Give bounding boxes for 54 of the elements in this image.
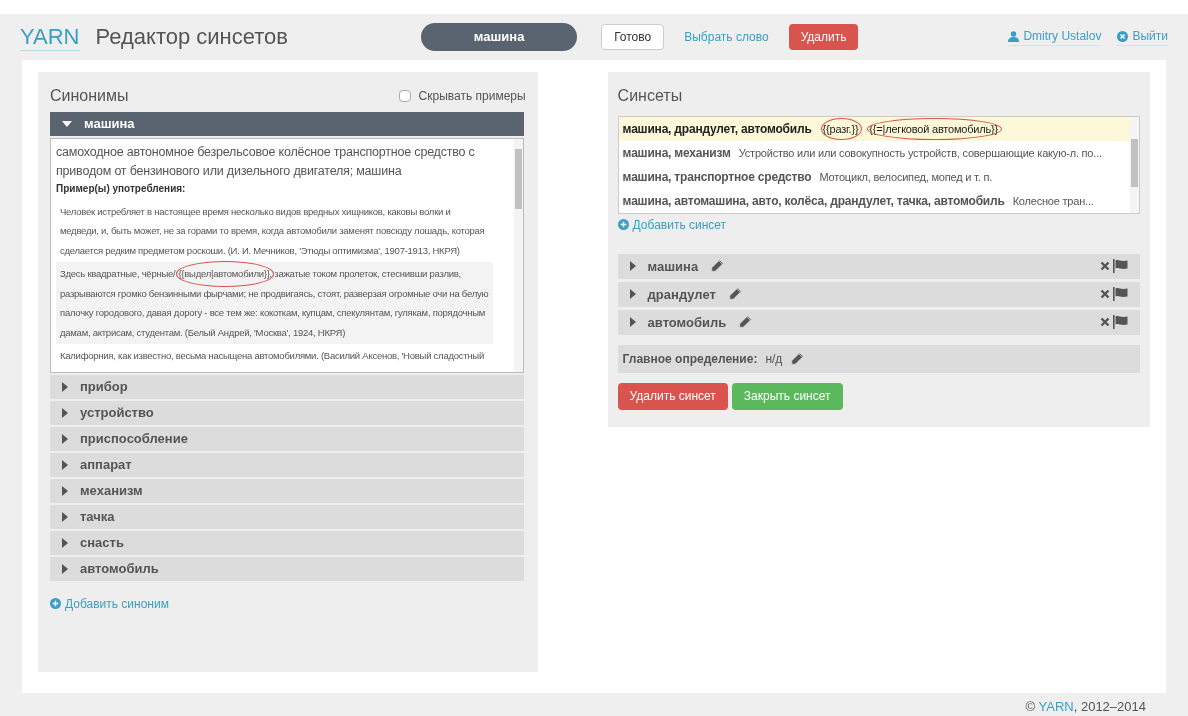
caret-down-icon bbox=[62, 120, 72, 127]
flag-icon bbox=[1112, 287, 1128, 302]
synonym-header[interactable]: механизм bbox=[50, 478, 524, 503]
page-title: Редактор синсетов bbox=[95, 23, 288, 52]
checkbox-label[interactable]: Скрывать примеры bbox=[418, 86, 526, 105]
pencil-icon bbox=[710, 259, 725, 274]
current-word-pill: машина bbox=[421, 23, 578, 51]
synonym-header[interactable]: снасть bbox=[50, 530, 524, 555]
panel-title: Синсеты bbox=[617, 85, 684, 106]
synonym-header[interactable]: устройство bbox=[50, 400, 524, 425]
checkbox[interactable] bbox=[398, 89, 411, 102]
caret-right-icon bbox=[62, 537, 68, 548]
caret-right-icon bbox=[62, 485, 68, 496]
caret-right-icon bbox=[629, 317, 636, 328]
examples-heading: Пример(ы) употребления: bbox=[56, 181, 187, 196]
synonym-header[interactable]: аппарат bbox=[50, 452, 524, 477]
caret-right-icon bbox=[62, 433, 68, 444]
close-icon bbox=[1100, 289, 1110, 300]
plus-icon bbox=[50, 598, 61, 610]
synonym-header[interactable]: автомобиль bbox=[50, 556, 524, 581]
synset-word-row[interactable]: машина bbox=[617, 253, 1140, 279]
caret-right-icon bbox=[62, 381, 68, 392]
synonym-header[interactable]: тачка bbox=[50, 504, 524, 529]
synset-word-row[interactable]: автомобиль bbox=[617, 309, 1140, 335]
definition-label: Главное определение: bbox=[622, 350, 758, 368]
flag-icon bbox=[1112, 259, 1128, 274]
caret-right-icon bbox=[62, 407, 68, 418]
delete-button[interactable]: Удалить bbox=[788, 24, 859, 50]
caret-right-icon bbox=[62, 459, 68, 470]
copyright-text: © YARN, 2012–2014 bbox=[1025, 697, 1146, 716]
close-icon bbox=[1117, 31, 1129, 42]
synonym-header[interactable]: машина bbox=[50, 111, 524, 136]
plus-icon bbox=[617, 219, 629, 231]
panel-title: Синонимы bbox=[50, 85, 129, 106]
caret-right-icon bbox=[629, 289, 636, 300]
pencil-icon bbox=[790, 351, 805, 366]
flag-icon bbox=[1112, 315, 1128, 330]
done-button[interactable]: Готово bbox=[601, 24, 665, 50]
pencil-icon bbox=[738, 315, 753, 330]
close-icon bbox=[1100, 317, 1110, 328]
pencil-icon bbox=[727, 287, 742, 302]
close-icon bbox=[1100, 261, 1110, 272]
synonym-header[interactable]: приспособление bbox=[50, 426, 524, 451]
user-icon bbox=[1008, 31, 1020, 42]
caret-right-icon bbox=[629, 261, 636, 272]
delete-synset-button[interactable]: Удалить синсет bbox=[617, 382, 728, 410]
synonym-header[interactable]: прибор bbox=[50, 374, 524, 399]
caret-right-icon bbox=[62, 563, 68, 574]
definition-text: самоходное автономное безрельсовое колёсное транспортное средство с приводом от бензинового или дизельного двигателя; машина bbox=[56, 143, 476, 180]
synset-word-row[interactable]: драндулет bbox=[617, 281, 1140, 307]
synset-row[interactable]: машина, драндулет, автомобиль {{разг.}} {{=|легковой автомобиль}} bbox=[618, 116, 1130, 141]
definition-value: н/д bbox=[765, 350, 783, 368]
example-text: Здесь квадратные, чёрные/ {{выдел|автомобили}}, зажатые током пролеток, стеснивши разлив, разрываются громко бензинными фырчами; не продвигаясь, стоят, разверзая огромные очи на белую палочку городового, давая дорогу - все тем же: кокоткам, купцам, спекулянтам, гулякам, порядочным дамам, актрисам, студентам. (Белый Андрей, 'Москва', 1924, НКРЯ) bbox=[56, 262, 493, 345]
caret-right-icon bbox=[62, 511, 68, 522]
